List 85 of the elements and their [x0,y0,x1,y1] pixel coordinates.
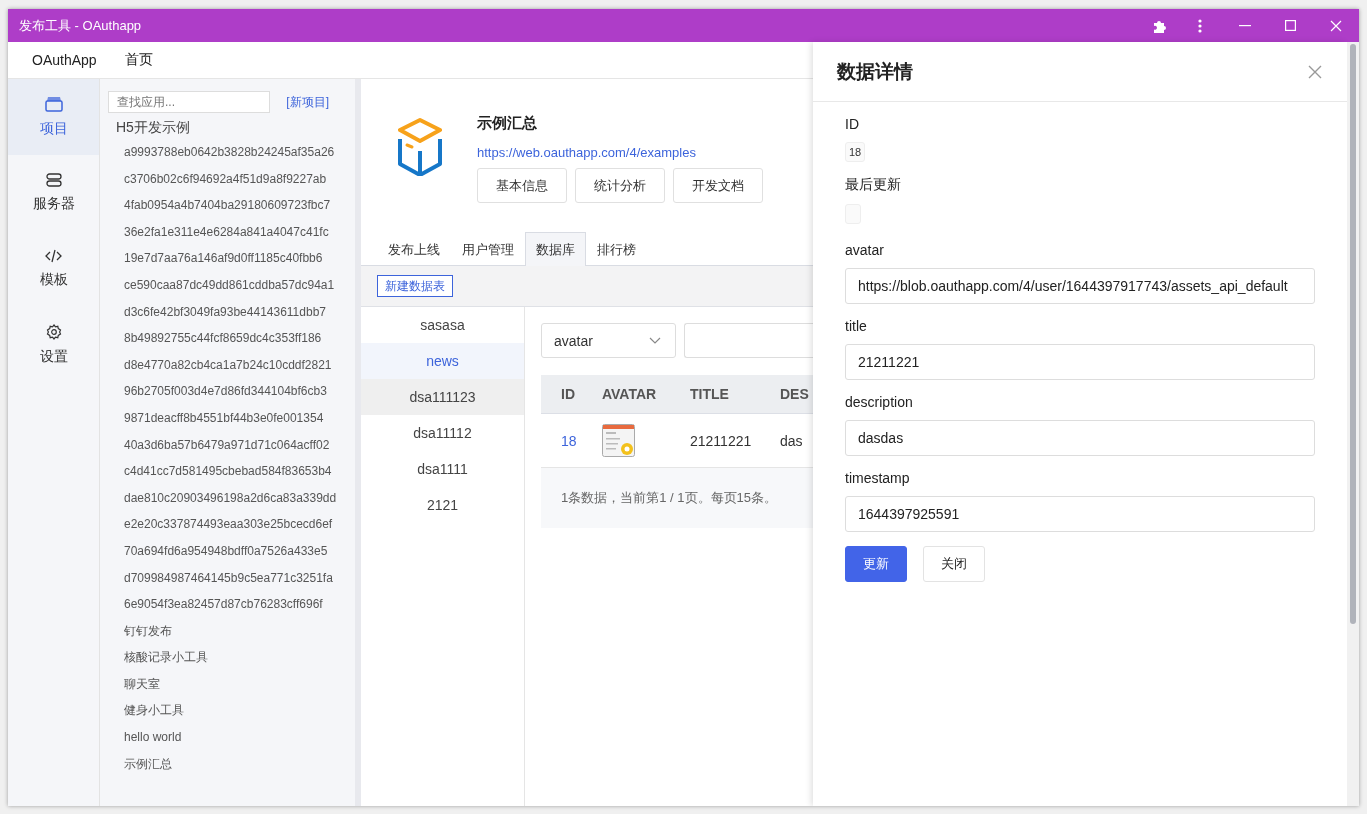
column-header: DES [780,386,810,402]
drawer-title: 数据详情 [837,59,913,84]
project-button[interactable]: 开发文档 [673,168,763,203]
app-item[interactable]: c3706b02c6f94692a4f51d9a8f9227ab [108,165,355,193]
menu-item[interactable]: 首页 [124,51,153,69]
scrollbar-thumb[interactable] [1350,44,1356,624]
update-button[interactable]: 更新 [845,546,907,582]
app-item[interactable]: 6e9054f3ea82457d87cb76283cff696f [108,591,355,618]
table-list-item[interactable]: news [361,343,524,379]
menu-item[interactable]: OAuthApp [32,52,97,68]
app-item[interactable]: ce590caa87dc49dd861cddba57dc94a1 [108,271,355,299]
app-item[interactable]: 钉钉发布 [108,617,355,645]
close-icon[interactable] [1308,64,1322,79]
pagination-text: 1条数据，当前第1 / 1页。每页15条。 [541,468,813,528]
table-list-item[interactable]: dsa1111 [361,451,524,487]
window-title: 发布工具 - OAuthapp [19,16,143,35]
app-item[interactable]: 70a694fd6a954948bdff0a7526a433e5 [108,537,355,565]
project-button[interactable]: 统计分析 [575,168,665,203]
app-item[interactable]: hello world [108,724,355,751]
app-item[interactable]: 4fab0954a4b7404ba29180609723fbc7 [108,192,355,219]
nav-item[interactable]: 服务器 [8,155,99,231]
tab[interactable]: 排行榜 [586,232,647,266]
app-item[interactable]: 8b49892755c44fcf8659dc4c353ff186 [108,325,355,352]
row-id-link[interactable]: 18 [541,432,602,449]
app-item[interactable]: c4d41cc7d581495cbebad584f83653b4 [108,458,355,485]
field-label: ID [845,116,860,132]
server-icon [45,173,62,187]
chevron-down-icon [649,337,661,344]
tab[interactable]: 发布上线 [377,232,451,266]
box-icon [44,96,63,112]
table-cell-text: 21211221 [690,432,753,449]
close-button[interactable]: 关闭 [923,546,985,582]
code-icon [45,249,62,263]
app-item[interactable]: 36e2fa1e311e4e6284a841a4047c41fc [108,218,355,246]
input-field[interactable]: 1644397925591 [845,496,1315,532]
app-item[interactable]: dae810c20903496198a2d6ca83a339dd [108,484,355,512]
more-icon[interactable] [1198,17,1202,34]
field-select[interactable]: avatar [541,323,676,358]
new-table-button[interactable]: 新建数据表 [377,275,453,297]
app-item[interactable]: d709984987464145b9c5ea771c3251fa [108,564,355,592]
field-label: description [845,394,914,410]
table-cell-text: das [780,432,804,449]
field-label: timestamp [845,470,911,486]
table-list-item[interactable]: dsa111123 [361,379,524,415]
project-title: 示例汇总 [477,114,538,133]
project-button[interactable]: 基本信息 [477,168,567,203]
column-header: ID [560,386,576,402]
app-item[interactable]: a9993788eb0642b3828b24245af35a26 [108,139,355,166]
column-header: AVATAR [602,386,658,402]
box-logo-icon [398,116,442,176]
app-item[interactable]: 96b2705f003d4e7d86fd344104bf6cb3 [108,378,355,405]
table-list-item[interactable]: 2121 [361,487,524,523]
search-field[interactable]: 查找应用... [108,91,270,113]
project-url-link[interactable]: https://web.oauthapp.com/4/examples [477,145,763,160]
input-field[interactable]: 21211221 [845,344,1315,380]
app-item[interactable]: e2e20c337874493eaa303e25bcecd6ef [108,511,355,538]
value-tag: 18 [845,142,866,162]
field-label: title [845,318,868,334]
table-list-item[interactable]: sasasa [361,307,524,343]
field-label: 最后更新 [845,176,902,194]
app-item[interactable]: 核酸记录小工具 [108,644,355,671]
field-label: avatar [845,242,885,258]
tab[interactable]: 数据库 [525,232,586,266]
new-project-link[interactable]: [新项目] [286,93,329,111]
app-item[interactable]: 示例汇总 [108,750,355,778]
nav-item[interactable]: 设置 [8,307,99,383]
minimize-icon[interactable] [1239,24,1251,27]
app-item[interactable]: d8e4770a82cb4ca1a7b24c10cddf2821 [108,351,355,379]
input-field[interactable]: https://blob.oauthapp.com/4/user/1644397917743/assets_api_default [845,268,1315,304]
app-item[interactable]: 健身小工具 [108,697,355,725]
app-item[interactable]: 9871deacff8b4551bf44b3e0fe001354 [108,404,355,432]
nav-item[interactable]: 项目 [8,79,99,155]
input-field[interactable]: dasdas [845,420,1315,456]
app-item[interactable]: 19e7d7aa76a146af9d0ff1185c40fbb6 [108,245,355,272]
column-header: TITLE [690,386,730,402]
settings-icon [45,324,62,340]
app-item[interactable]: 聊天室 [108,670,355,698]
table-list-item[interactable]: dsa11112 [361,415,524,451]
filter-input[interactable] [684,323,813,358]
maximize-icon[interactable] [1285,20,1296,31]
app-group[interactable]: H5开发示例 [108,113,355,139]
tab[interactable]: 用户管理 [451,232,525,266]
app-item[interactable]: 40a3d6ba57b6479a971d71c064acff02 [108,431,355,459]
app-item[interactable]: d3c6fe42bf3049fa93be44143611dbb7 [108,298,355,326]
nav-item[interactable]: 模板 [8,231,99,307]
